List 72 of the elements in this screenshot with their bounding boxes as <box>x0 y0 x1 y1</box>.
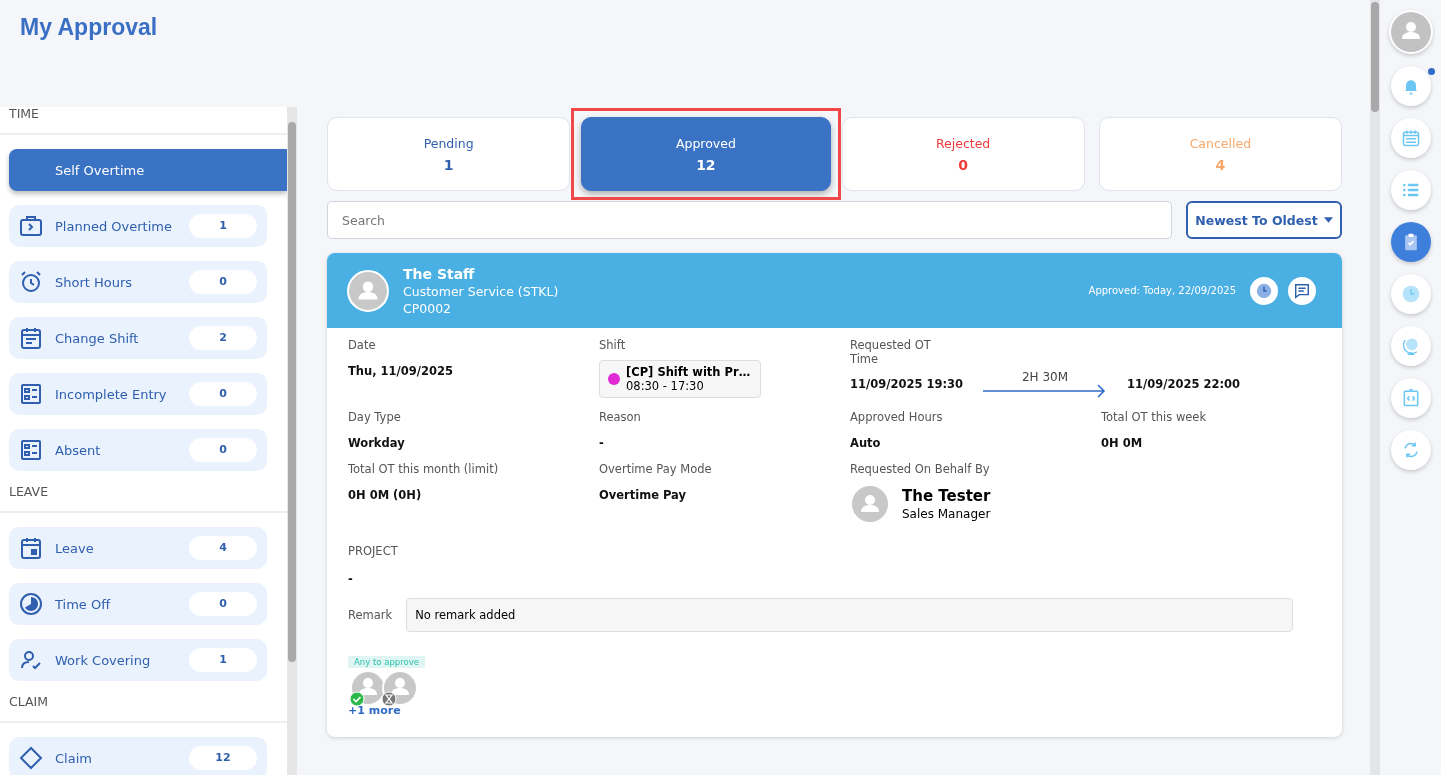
item-label: Absent <box>55 442 102 458</box>
field-value: - <box>599 436 605 450</box>
field-label: Total OT this month (limit) <box>348 462 500 476</box>
shift-hours: 08:30 - 17:30 <box>626 379 705 393</box>
count-badge: 2 <box>189 326 257 350</box>
section-heading: TIME <box>0 107 287 135</box>
shift-name: [CP] Shift with Pr… <box>626 365 751 379</box>
item-label: Self Overtime <box>55 162 146 178</box>
item-label: Time Off <box>55 596 112 612</box>
field-value: - <box>348 572 354 586</box>
field-label: Date <box>348 338 377 352</box>
sidebar-item[interactable]: Leave 4 <box>9 527 267 569</box>
field-label: Requested On Behalf By <box>850 462 991 476</box>
field-value: Workday <box>348 436 406 450</box>
field-value: Auto <box>850 436 882 450</box>
count-badge: 1 <box>189 214 257 238</box>
item-label: Incomplete Entry <box>55 386 168 402</box>
more-link[interactable]: +1 more <box>348 704 401 717</box>
field-label: Shift <box>599 338 627 352</box>
employee-name: The Staff <box>403 265 476 282</box>
approval-rule-badge: Any to approve <box>348 656 425 668</box>
sidebar-item[interactable]: Absent 0 <box>9 429 267 471</box>
sidebar-item[interactable]: Planned Overtime 1 <box>9 205 267 247</box>
start-time: 11/09/2025 19:30 <box>850 377 964 391</box>
count-badge: 0 <box>189 270 257 294</box>
employee-code: CP0002 <box>403 300 453 316</box>
field-label: Remark <box>348 608 393 622</box>
field-value: Thu, 11/09/2025 <box>348 364 454 378</box>
sidebar-item[interactable]: Change Shift 2 <box>9 317 267 359</box>
item-label: Short Hours <box>55 274 134 290</box>
item-label: Planned Overtime <box>55 218 173 234</box>
item-label: Leave <box>55 540 95 556</box>
field-value: 0H 0M (0H) <box>348 488 423 502</box>
page-title: My Approval <box>20 14 159 42</box>
count-badge: 0 <box>189 382 257 406</box>
section-heading: LEAVE <box>0 485 287 513</box>
duration: 2H 30M <box>1021 370 1069 384</box>
sidebar-item[interactable]: Incomplete Entry 0 <box>9 373 267 415</box>
end-time: 11/09/2025 22:00 <box>1127 377 1241 391</box>
sidebar-item[interactable]: Work Covering 1 <box>9 639 267 681</box>
status-tab[interactable]: Rejected 0 <box>841 117 1085 191</box>
field-label: PROJECT <box>348 544 399 558</box>
item-label: Work Covering <box>55 652 152 668</box>
sidebar-item[interactable]: Time Off 0 <box>9 583 267 625</box>
section-heading: CLAIM <box>0 695 287 723</box>
approved-note: Approved: Today, 22/09/2025 <box>1088 285 1236 296</box>
count-badge: 4 <box>189 536 257 560</box>
item-label: Change Shift <box>55 330 140 346</box>
sidebar-item[interactable]: Self Overtime <box>9 149 287 191</box>
person-role: Sales Manager <box>902 507 991 521</box>
search-field[interactable]: Search <box>327 201 1172 239</box>
field-value: 0H 0M <box>1101 436 1144 450</box>
count-badge: 1 <box>189 648 257 672</box>
field-label: Day Type <box>348 410 402 424</box>
remark-box: No remark added <box>406 598 1293 632</box>
item-label: Claim <box>55 750 93 766</box>
field-label: Requested OT Time <box>850 338 932 366</box>
field-value: Overtime Pay <box>599 488 687 502</box>
sidebar-item[interactable]: Claim 12 <box>9 737 267 775</box>
count-badge: 12 <box>189 746 257 770</box>
sort-button[interactable]: Newest To Oldest <box>1186 201 1342 239</box>
status-tab[interactable]: Pending 1 <box>327 117 571 191</box>
status-tab[interactable]: Approved 12 <box>581 117 831 191</box>
department: Customer Service (STKL) <box>403 283 559 299</box>
field-label: Overtime Pay Mode <box>599 462 713 476</box>
count-badge: 0 <box>189 438 257 462</box>
sidebar-item[interactable]: Short Hours 0 <box>9 261 267 303</box>
field-label: Approved Hours <box>850 410 944 424</box>
count-badge: 0 <box>189 592 257 616</box>
field-label: Total OT this week <box>1101 410 1208 424</box>
field-label: Reason <box>599 410 642 424</box>
person-name: The Tester <box>902 487 991 505</box>
